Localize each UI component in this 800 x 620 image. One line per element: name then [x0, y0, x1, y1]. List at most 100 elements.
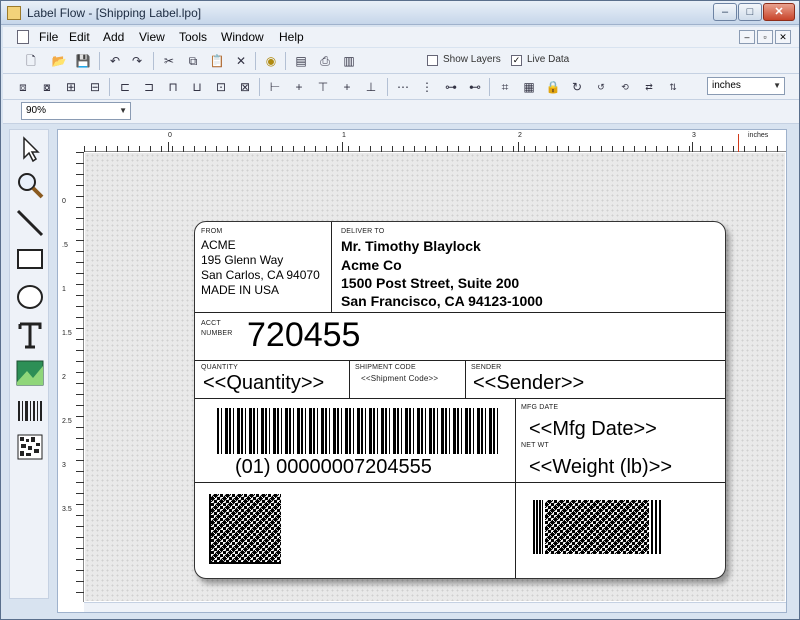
shipping-label[interactable]: FROM ACME 195 Glenn Way San Carlos, CA 9… [194, 221, 726, 579]
flip-h-icon[interactable]: ⇄ [639, 77, 659, 97]
menu-file[interactable]: File [39, 30, 58, 44]
mfg-date-caption[interactable]: MFG DATE [521, 404, 558, 411]
print-icon[interactable]: ⎙ [315, 51, 335, 71]
align-center-icon[interactable]: ⊐ [139, 77, 159, 97]
menu-help[interactable]: Help [279, 30, 304, 44]
size-to-fit-icon[interactable]: ⌗ [495, 77, 515, 97]
linear-barcode[interactable] [217, 408, 501, 454]
deliver-to-line-2[interactable]: Acme Co [341, 256, 402, 274]
database-icon[interactable]: ◉ [261, 51, 281, 71]
group-icon[interactable]: ⊞ [61, 77, 81, 97]
space-h-icon[interactable]: ⋯ [393, 77, 413, 97]
delete-icon[interactable]: ✕ [231, 51, 251, 71]
save-icon[interactable]: 💾 [73, 51, 93, 71]
quantity-field[interactable]: <<Quantity>> [203, 372, 324, 395]
datamatrix-barcode[interactable] [209, 494, 281, 564]
open-icon[interactable]: 📂 [49, 51, 69, 71]
vertical-ruler[interactable]: 0 .5 1 1.5 2 2.5 3 3.5 [58, 152, 84, 602]
lock-icon[interactable]: 🔒 [543, 77, 563, 97]
menu-tools[interactable]: Tools [179, 30, 207, 44]
rotate-icon[interactable]: ↻ [567, 77, 587, 97]
net-wt-caption[interactable]: NET WT [521, 442, 549, 449]
from-line-4[interactable]: MADE IN USA [201, 283, 279, 297]
label-canvas[interactable]: FROM ACME 195 Glenn Way San Carlos, CA 9… [85, 153, 785, 601]
sender-field[interactable]: <<Sender>> [473, 372, 584, 395]
deliver-to-caption[interactable]: DELIVER TO [341, 228, 384, 235]
barcode-icon[interactable] [15, 396, 45, 426]
distribute-v-icon[interactable]: + [289, 77, 309, 97]
2d-barcode-icon[interactable] [15, 432, 45, 462]
rectangle-icon[interactable] [15, 244, 45, 274]
text-icon[interactable] [15, 320, 45, 350]
horizontal-ruler[interactable]: 0 1 2 3 inches [84, 130, 786, 152]
page-setup-icon[interactable]: ▥ [339, 51, 359, 71]
zoom-dropdown[interactable]: 90% ▼ [21, 102, 131, 120]
document-icon[interactable] [17, 30, 29, 44]
menu-edit[interactable]: Edit [69, 30, 90, 44]
show-layers-checkbox[interactable] [427, 55, 438, 66]
send-back-icon[interactable]: ⧇ [37, 77, 57, 97]
ungroup-icon[interactable]: ⊟ [85, 77, 105, 97]
quantity-caption[interactable]: QUANTITY [201, 364, 238, 371]
space-v-icon[interactable]: ⋮ [417, 77, 437, 97]
distribute-h-icon[interactable]: ⊢ [265, 77, 285, 97]
from-line-2[interactable]: 195 Glenn Way [201, 253, 283, 267]
flip-v-icon[interactable]: ⇅ [663, 77, 683, 97]
paste-icon[interactable]: 📋 [207, 51, 227, 71]
align-left-icon[interactable]: ⊏ [115, 77, 135, 97]
from-caption[interactable]: FROM [201, 228, 222, 235]
shipment-code-caption[interactable]: SHIPMENT CODE [355, 364, 416, 371]
acct-number[interactable]: 720455 [247, 316, 360, 355]
space-remove-icon[interactable]: ⊷ [465, 77, 485, 97]
mdi-restore-button[interactable]: ▫ [757, 30, 773, 44]
undo-icon[interactable]: ↶ [105, 51, 125, 71]
zoom-icon[interactable] [15, 170, 45, 200]
menu-add[interactable]: Add [103, 30, 124, 44]
minimize-button[interactable]: – [713, 3, 737, 21]
maximize-button[interactable]: □ [738, 3, 762, 21]
barcode-text[interactable]: (01) 00000007204555 [235, 456, 432, 479]
image-icon[interactable] [15, 358, 45, 388]
line-icon[interactable] [15, 208, 45, 238]
menu-view[interactable]: View [139, 30, 165, 44]
horizontal-scrollbar[interactable] [84, 602, 786, 612]
sender-caption[interactable]: SENDER [471, 364, 501, 371]
redo-icon[interactable]: ↷ [127, 51, 147, 71]
align-bottom-icon[interactable]: ⊠ [235, 77, 255, 97]
deliver-to-line-4[interactable]: San Francisco, CA 94123-1000 [341, 292, 543, 310]
from-line-3[interactable]: San Carlos, CA 94070 [201, 268, 320, 282]
mfg-date-field[interactable]: <<Mfg Date>> [529, 418, 657, 441]
pdf417-barcode[interactable] [545, 500, 649, 554]
acct-caption[interactable]: ACCT [201, 320, 221, 327]
deliver-to-line-1[interactable]: Mr. Timothy Blaylock [341, 237, 481, 255]
menu-window[interactable]: Window [221, 30, 264, 44]
acct-caption-number[interactable]: NUMBER [201, 330, 233, 337]
mdi-minimize-button[interactable]: – [739, 30, 755, 44]
grid-icon[interactable]: ▦ [519, 77, 539, 97]
title-bar[interactable]: Label Flow - [Shipping Label.lpo] – □ ✕ [1, 1, 799, 25]
align-top-icon[interactable]: ⊔ [187, 77, 207, 97]
align-middle-icon[interactable]: ⊡ [211, 77, 231, 97]
align-right-icon[interactable]: ⊓ [163, 77, 183, 97]
from-line-1[interactable]: ACME [201, 238, 236, 252]
cut-icon[interactable]: ✂ [159, 51, 179, 71]
pointer-icon[interactable] [15, 134, 45, 164]
same-height-icon[interactable]: + [337, 77, 357, 97]
same-width-icon[interactable]: ⊤ [313, 77, 333, 97]
center-icon[interactable]: ⊥ [361, 77, 381, 97]
ellipse-icon[interactable] [15, 282, 45, 312]
space-even-icon[interactable]: ⊶ [441, 77, 461, 97]
weight-field[interactable]: <<Weight (lb)>> [529, 456, 672, 479]
units-dropdown[interactable]: inches ▼ [707, 77, 785, 95]
rotate-180-icon[interactable]: ⟲ [615, 77, 635, 97]
mdi-close-button[interactable]: ✕ [775, 30, 791, 44]
shipment-code-field[interactable]: <<Shipment Code>> [361, 374, 438, 383]
close-button[interactable]: ✕ [763, 3, 795, 21]
copy-icon[interactable]: ⧉ [183, 51, 203, 71]
bring-front-icon[interactable]: ⧈ [13, 77, 33, 97]
live-data-checkbox[interactable]: ✓ [511, 55, 522, 66]
deliver-to-line-3[interactable]: 1500 Post Street, Suite 200 [341, 274, 519, 292]
rotate-90-icon[interactable]: ↺ [591, 77, 611, 97]
print-preview-icon[interactable]: ▤ [291, 51, 311, 71]
new-icon[interactable]: 🗋 [21, 51, 41, 71]
